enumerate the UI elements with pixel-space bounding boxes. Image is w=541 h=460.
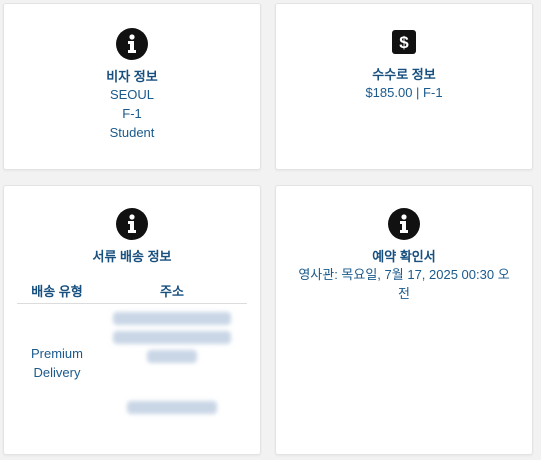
dollar-sign-icon: $ bbox=[392, 30, 416, 54]
address-redacted bbox=[97, 304, 247, 423]
delivery-info-title: 서류 배송 정보 bbox=[92, 249, 172, 264]
fee-info-card: $ 수수로 정보 $185.00 | F-1 bbox=[275, 3, 533, 170]
visa-city: SEOUL bbox=[109, 87, 155, 102]
delivery-table: 배송 유형 주소 Premium Delivery bbox=[17, 277, 247, 422]
info-circle-icon bbox=[116, 208, 148, 240]
fee-amount: $185.00 | F-1 bbox=[365, 85, 443, 100]
column-header-address: 주소 bbox=[97, 277, 247, 304]
visa-category: Student bbox=[109, 125, 155, 140]
delivery-info-card: 서류 배송 정보 배송 유형 주소 Premium Delivery bbox=[3, 185, 261, 455]
fee-info-title: 수수로 정보 bbox=[372, 67, 436, 82]
svg-text:$: $ bbox=[399, 33, 409, 52]
appointment-card: 예약 확인서 영사관: 목요일, 7월 17, 2025 00:30 오전 bbox=[275, 185, 533, 455]
visa-info-card: 비자 정보 SEOUL F-1 Student bbox=[3, 3, 261, 170]
redacted-address-line-2 bbox=[113, 331, 231, 344]
info-circle-icon bbox=[116, 28, 148, 60]
appointment-datetime: 영사관: 목요일, 7월 17, 2025 00:30 오전 bbox=[298, 267, 510, 301]
appointment-title: 예약 확인서 bbox=[372, 249, 436, 264]
column-header-delivery-type: 배송 유형 bbox=[17, 277, 97, 304]
table-row: Premium Delivery bbox=[17, 304, 247, 423]
info-circle-icon bbox=[388, 208, 420, 240]
redacted-address-line-1 bbox=[113, 312, 231, 325]
visa-type: F-1 bbox=[122, 106, 142, 121]
delivery-type-value: Premium Delivery bbox=[30, 346, 83, 380]
redacted-address-line-4 bbox=[127, 401, 217, 414]
redacted-address-line-3 bbox=[147, 350, 197, 363]
visa-info-title: 비자 정보 bbox=[106, 69, 158, 84]
